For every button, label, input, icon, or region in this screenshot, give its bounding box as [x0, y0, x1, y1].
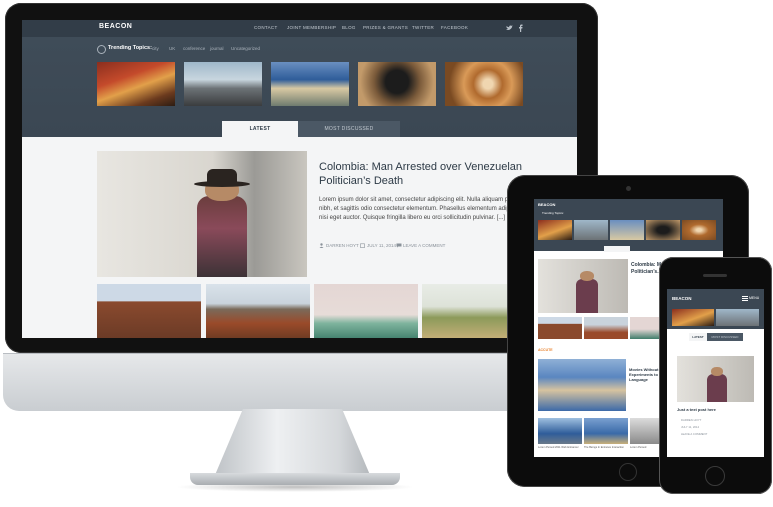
- tablet-trending-label: Trending Topics:: [542, 211, 564, 215]
- post-thumb-canoe[interactable]: [314, 284, 418, 338]
- tab-most-discussed[interactable]: MOST DISCUSSED: [298, 121, 400, 137]
- tablet-bottom-thumb-3[interactable]: [630, 418, 660, 444]
- phone-logo[interactable]: BEACON: [672, 296, 692, 301]
- nav-blog[interactable]: BLOG: [342, 25, 356, 30]
- featured-person-figure: [197, 196, 247, 277]
- phone-post-author[interactable]: DARREN HOYT: [681, 418, 701, 422]
- trending-thumb-camera[interactable]: [358, 62, 436, 106]
- featured-person-hat-top: [207, 169, 237, 183]
- trending-thumb-coast[interactable]: [271, 62, 349, 106]
- nav-twitter[interactable]: TWITTER: [412, 25, 434, 30]
- trending-thumb-street[interactable]: [184, 62, 262, 106]
- post-thumb-mountains[interactable]: [206, 284, 310, 338]
- nav-facebook[interactable]: FACEBOOK: [441, 25, 468, 30]
- phone-screen: BEACON MENU LATEST MOST DISCUSSED Just a…: [667, 289, 764, 457]
- article-comments-link[interactable]: LEAVE A COMMENT: [403, 243, 445, 248]
- tab-latest[interactable]: LATEST: [222, 121, 298, 137]
- tag-uncategorized[interactable]: Uncategorized: [231, 46, 260, 51]
- imac-stand-foot: [190, 473, 400, 485]
- tablet-logo[interactable]: BEACON: [538, 202, 555, 207]
- trending-thumb-market[interactable]: [97, 62, 175, 106]
- nav-prizes-grants[interactable]: PRIZES & GRANTS: [363, 25, 408, 30]
- post-thumb-building[interactable]: [97, 284, 201, 338]
- phone-post-comments[interactable]: LEAVE A COMMENT: [681, 432, 707, 436]
- featured-article-image[interactable]: [97, 151, 307, 277]
- tag-conference[interactable]: conference: [183, 46, 205, 51]
- phone-tab-latest[interactable]: LATEST: [689, 333, 707, 341]
- desktop-screen: BEACON CONTACT JOINT MEMBERSHIP BLOG PRI…: [22, 20, 577, 338]
- facebook-icon[interactable]: [518, 24, 523, 32]
- tablet-bottom-thumb-2[interactable]: [584, 418, 628, 444]
- trending-icon: [97, 45, 106, 54]
- tag-uk[interactable]: UK: [169, 46, 175, 51]
- phone-menu-label[interactable]: MENU: [749, 296, 759, 300]
- iphone-home-button: [705, 466, 725, 486]
- tablet-thumb-1[interactable]: [538, 220, 572, 240]
- author-icon: [319, 243, 324, 248]
- phone-post-title[interactable]: Just a text post here: [677, 407, 716, 412]
- tablet-thumb-5[interactable]: [682, 220, 716, 240]
- article-excerpt: Lorem ipsum dolor sit amet, consectetur …: [319, 197, 526, 221]
- tag-city[interactable]: city: [152, 46, 159, 51]
- phone-tab-most-discussed[interactable]: MOST DISCUSSED: [707, 333, 743, 341]
- tablet-caption-3: Lorem Pursed: [630, 446, 647, 449]
- tablet-bottom-thumb-1[interactable]: [538, 418, 582, 444]
- ipad-camera: [626, 186, 631, 191]
- phone-thumb-2[interactable]: [716, 309, 759, 326]
- tablet-section-label: ACCUTE: [538, 348, 553, 352]
- ipad-home-button: [619, 463, 637, 481]
- tablet-city-image[interactable]: [538, 359, 626, 411]
- nav-joint-membership[interactable]: JOINT MEMBERSHIP: [287, 25, 336, 30]
- iphone-speaker: [703, 274, 727, 277]
- article-title[interactable]: Colombia: Man Arrested over Venezuelan P…: [319, 160, 529, 188]
- tablet-thumb-3[interactable]: [610, 220, 644, 240]
- imac-stand: [215, 409, 370, 475]
- tag-journal[interactable]: journal: [210, 46, 224, 51]
- tablet-caption-2: The Beings In Entrance Interaction: [584, 446, 624, 449]
- comment-icon: [396, 243, 402, 248]
- tablet-featured-image[interactable]: [538, 259, 628, 313]
- trending-label: Trending Topics:: [108, 45, 152, 51]
- calendar-icon: [360, 243, 365, 248]
- tablet-thumb-4[interactable]: [646, 220, 680, 240]
- site-logo[interactable]: BEACON: [99, 23, 132, 30]
- hamburger-icon[interactable]: [742, 296, 748, 301]
- nav-contact[interactable]: CONTACT: [254, 25, 278, 30]
- phone-thumb-1[interactable]: [672, 309, 714, 326]
- tablet-caption-1: Lorem Pursed 2011 Web Entrancer: [538, 446, 579, 449]
- tablet-post-2[interactable]: [584, 317, 628, 339]
- tablet-thumb-2[interactable]: [574, 220, 608, 240]
- phone-post-date: JULY 11, 2014: [681, 425, 700, 429]
- tablet-tab-latest[interactable]: [604, 246, 630, 252]
- tablet-post-1[interactable]: [538, 317, 582, 339]
- phone-post-image[interactable]: [677, 356, 754, 402]
- trending-thumb-gear[interactable]: [445, 62, 523, 106]
- twitter-icon[interactable]: [506, 25, 513, 31]
- article-author[interactable]: DARREN HOYT: [326, 243, 359, 248]
- article-date: JULY 11, 2014: [367, 243, 397, 248]
